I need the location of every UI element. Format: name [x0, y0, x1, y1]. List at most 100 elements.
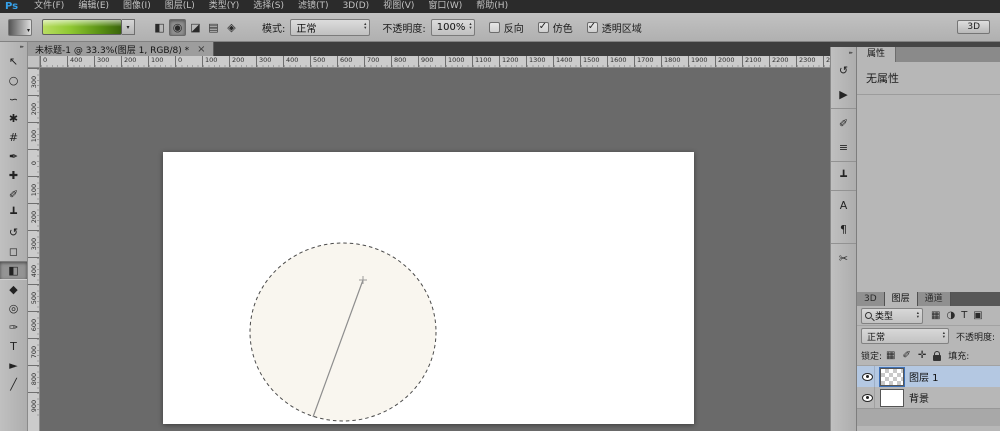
no-properties-text: 无属性: [866, 72, 899, 85]
tool-button[interactable]: ✒: [0, 147, 27, 166]
ruler-tick-label: 200: [121, 56, 148, 67]
ruler-tick-label: 500: [28, 284, 39, 311]
canvas[interactable]: [163, 152, 694, 424]
collapse-chevron-icon[interactable]: ▸▸: [831, 49, 856, 58]
tool-button[interactable]: ∽: [0, 90, 27, 109]
tool-button[interactable]: ┻: [0, 204, 27, 223]
ruler-tick-label: 600: [337, 56, 364, 67]
option-checkbox[interactable]: 仿色: [537, 20, 573, 35]
elliptical-selection-marquee: [249, 242, 437, 422]
panel-icon[interactable]: ✐: [831, 108, 856, 135]
tool-button[interactable]: ✱: [0, 109, 27, 128]
tool-button[interactable]: ◧: [0, 261, 27, 280]
lock-option-icon[interactable]: ▦: [886, 350, 895, 361]
ruler-tick-label: 700: [364, 56, 391, 67]
panel-icon[interactable]: ¶: [831, 217, 856, 241]
tool-button[interactable]: ✐: [0, 185, 27, 204]
tool-icon: ✱: [8, 112, 19, 125]
panel-icon[interactable]: A: [831, 190, 856, 217]
menu-item[interactable]: 窗口(W): [421, 0, 469, 13]
layer-thumbnail[interactable]: [880, 388, 904, 407]
tool-button[interactable]: ○: [0, 71, 27, 90]
menu-item[interactable]: 图像(I): [116, 0, 158, 13]
visibility-cell[interactable]: [860, 366, 875, 387]
lock-all-icon[interactable]: [933, 350, 942, 361]
tool-button[interactable]: T: [0, 337, 27, 356]
tool-button[interactable]: ╱: [0, 375, 27, 394]
panel-icon[interactable]: ✂: [831, 243, 856, 270]
tool-button[interactable]: ◎: [0, 299, 27, 318]
combo-arrows-icon: [917, 312, 919, 320]
panel-tab[interactable]: 3D: [857, 292, 885, 306]
collapse-chevron-icon[interactable]: ▸▸: [0, 43, 27, 52]
layer-filter-select[interactable]: 类型: [861, 307, 923, 324]
layer-kind-icon[interactable]: ▦: [931, 310, 940, 321]
panel-icon[interactable]: ↺: [831, 58, 856, 82]
ruler-tick-label: 900: [418, 56, 445, 67]
gradient-type-button[interactable]: ◈: [223, 19, 240, 36]
tool-preset-picker[interactable]: ▾: [8, 18, 32, 36]
menu-items: 文件(F) 编辑(E) 图像(I) 图层(L) 类型(Y) 选择(S) 滤镜(T) 3D(D)…: [27, 0, 515, 13]
tool-button[interactable]: ✑: [0, 318, 27, 337]
menu-item[interactable]: 选择(S): [246, 0, 291, 13]
ruler-tick-label: 2400: [823, 56, 830, 67]
gradient-type-button[interactable]: ◉: [169, 18, 186, 36]
layer-kind-icon[interactable]: T: [961, 310, 967, 321]
ruler-tick-label: 400: [67, 56, 94, 67]
tool-button[interactable]: #: [0, 128, 27, 147]
layer-kind-icon[interactable]: ▣: [973, 310, 982, 321]
tool-icon: ◧: [8, 264, 19, 277]
lock-option-icon[interactable]: ✛: [918, 350, 926, 361]
gradient-preview[interactable]: [42, 19, 122, 35]
layer-thumbnail[interactable]: [879, 366, 905, 387]
menu-item[interactable]: 文件(F): [27, 0, 71, 13]
tool-button[interactable]: ↺: [0, 223, 27, 242]
panel-icon[interactable]: ▶: [831, 82, 856, 106]
tool-button[interactable]: ◻: [0, 242, 27, 261]
checkbox-icon: [586, 21, 598, 33]
ruler-tick-label: 2000: [715, 56, 742, 67]
menu-item[interactable]: 编辑(E): [71, 0, 116, 13]
layer-kind-icon[interactable]: ◑: [946, 310, 955, 321]
panel-icon[interactable]: ┻: [831, 161, 856, 188]
blend-mode-select[interactable]: 正常: [290, 18, 371, 36]
ruler-tick-label: 100: [28, 176, 39, 203]
opacity-select[interactable]: 100%: [430, 18, 475, 36]
layer-row[interactable]: 图层 1: [857, 366, 1000, 387]
layers-blend-mode-select[interactable]: 正常: [861, 328, 949, 344]
lock-option-icon[interactable]: ✐: [903, 350, 911, 361]
ruler-tick-label: 0: [175, 56, 202, 67]
gradient-type-button[interactable]: ◧: [151, 19, 168, 36]
panel-icon-strip: ▸▸ ↺ ▶ ✐ ≡ ┻ A ¶ ✂: [830, 47, 857, 431]
menu-item[interactable]: 3D(D): [336, 0, 377, 13]
tab-properties[interactable]: 属性: [857, 47, 897, 62]
tool-button[interactable]: ►: [0, 356, 27, 375]
gradient-type-button[interactable]: ▤: [205, 19, 222, 36]
combo-arrows-icon: [364, 23, 366, 31]
gradient-picker-arrow[interactable]: ▾: [122, 19, 135, 35]
option-checkboxes: 反向 仿色 透明区域: [475, 20, 642, 35]
menu-item[interactable]: 类型(Y): [202, 0, 247, 13]
menu-item[interactable]: 滤镜(T): [291, 0, 336, 13]
layer-row[interactable]: 背景: [857, 387, 1000, 408]
filter-type-label: 类型: [875, 312, 894, 322]
close-icon[interactable]: ×: [197, 44, 205, 55]
panel-tab[interactable]: 通道: [917, 292, 951, 306]
layer-name: 图层 1: [909, 373, 939, 384]
gradient-type-button[interactable]: ◪: [187, 19, 204, 36]
workspace-switcher-button[interactable]: 3D: [957, 20, 990, 34]
panel-tab[interactable]: 图层: [884, 292, 918, 306]
document-tab[interactable]: 未标题-1 @ 33.3%(图层 1, RGB/8) * ×: [28, 42, 214, 56]
panel-icon[interactable]: ≡: [831, 135, 856, 159]
combo-arrows-icon: [469, 23, 471, 31]
option-checkbox[interactable]: 反向: [488, 20, 524, 35]
visibility-cell[interactable]: [860, 387, 875, 408]
tool-button[interactable]: ↖: [0, 52, 27, 71]
menu-item[interactable]: 图层(L): [158, 0, 202, 13]
tool-button[interactable]: ◆: [0, 280, 27, 299]
tool-button[interactable]: ✚: [0, 166, 27, 185]
menu-item[interactable]: 视图(V): [376, 0, 421, 13]
photoshop-window: Ps 文件(F) 编辑(E) 图像(I) 图层(L) 类型(Y) 选择(S) 滤镜(T) 3D…: [0, 0, 1000, 431]
option-checkbox[interactable]: 透明区域: [586, 20, 642, 35]
menu-item[interactable]: 帮助(H): [469, 0, 515, 13]
